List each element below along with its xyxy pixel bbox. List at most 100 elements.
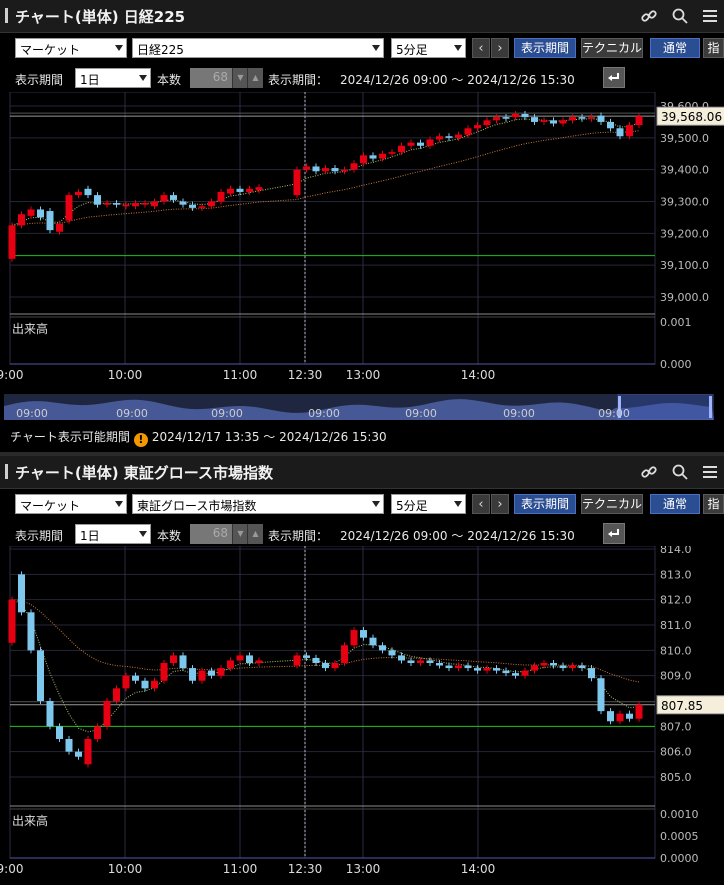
price-tick-label: 812.0 (660, 594, 692, 607)
normal-button[interactable]: 通常 (650, 38, 700, 58)
count-up-icon: ▲ (247, 524, 263, 544)
navigator-tick-label: 09:00 (116, 407, 148, 420)
next-button[interactable]: › (491, 38, 509, 58)
candle (103, 701, 111, 727)
candle (27, 209, 35, 216)
period-select-value: 1日 (80, 529, 100, 543)
volume-tick-label: 0.0005 (660, 830, 699, 843)
time-tick-label: 14:00 (461, 368, 496, 382)
candle (293, 655, 301, 666)
navigator-strip[interactable]: 09:00 09:00 09:00 09:00 09:00 09:00 09:00 (4, 393, 714, 421)
chart-panel-growth: チャート(単体) 東証グロース市場指数 マーケット 東証グロース市場指数 5分足… (0, 456, 724, 885)
display-period-button[interactable]: 表示期間 (514, 494, 576, 514)
candle (616, 713, 624, 722)
menu-icon[interactable] (701, 463, 719, 481)
count-label: 本数 (157, 529, 182, 543)
reset-button[interactable] (603, 67, 625, 88)
interval-select[interactable]: 5分足 (391, 38, 466, 58)
display-period-button[interactable]: 表示期間 (514, 38, 576, 58)
link-icon[interactable] (640, 463, 658, 481)
reset-button[interactable] (603, 523, 625, 544)
prev-button[interactable]: ‹ (472, 38, 490, 58)
candle (255, 660, 263, 663)
search-icon[interactable] (671, 7, 689, 25)
candle (322, 663, 329, 669)
candle (426, 660, 434, 663)
available-value: 2024/12/17 13:35 ～ 2024/12/26 15:30 (151, 430, 387, 444)
price-chart[interactable]: 39,600.039,500.039,400.039,300.039,200.0… (0, 92, 724, 392)
period-select[interactable]: 1日 (75, 68, 151, 88)
candle (46, 211, 54, 231)
symbol-select[interactable]: 日経225 (132, 38, 384, 58)
price-tick-label: 806.0 (660, 746, 692, 759)
candle (217, 191, 225, 202)
candle (493, 668, 500, 671)
count-up-icon: ▲ (247, 68, 263, 88)
candle (502, 117, 510, 119)
candle (493, 117, 500, 121)
time-tick-label: 11:00 (223, 368, 258, 382)
indicator-button[interactable]: 指 (703, 494, 724, 514)
link-icon[interactable] (640, 7, 658, 25)
symbol-select[interactable]: 東証グロース市場指数 (132, 494, 384, 514)
candle (75, 751, 82, 757)
candle (388, 650, 396, 656)
candle (8, 225, 16, 259)
candle (37, 209, 44, 218)
candle (217, 668, 225, 676)
candle (160, 663, 168, 681)
toolbar-row: マーケット 日経225 5分足 ‹ › 表示期間 テクニカル 通常 指 (0, 36, 724, 62)
candle (531, 117, 538, 122)
candle (379, 645, 386, 651)
period-label: 表示期間 (15, 529, 64, 543)
candle (607, 711, 614, 722)
candle (341, 645, 348, 663)
candle (483, 120, 491, 126)
candle (379, 153, 386, 159)
plot-frame (9, 92, 656, 365)
time-tick-label: 11:00 (223, 862, 258, 876)
menu-icon[interactable] (701, 7, 719, 25)
period-select-value: 1日 (80, 73, 100, 87)
period-select[interactable]: 1日 (75, 524, 151, 544)
candle (227, 188, 234, 194)
next-button[interactable]: › (491, 494, 509, 514)
market-select[interactable]: マーケット (15, 38, 127, 58)
candle (474, 125, 481, 129)
price-tick-label: 805.0 (660, 771, 692, 784)
count-label: 本数 (157, 73, 182, 87)
candle (141, 680, 149, 689)
candle (65, 195, 73, 221)
candle (189, 204, 196, 208)
price-chart[interactable]: 814.0 813.0 812.0 811.0 810.0 809.0 807.0 806.0… (0, 546, 724, 885)
candle (588, 117, 595, 119)
chevron-down-icon (372, 45, 380, 51)
volume-tick-label: 0.000 (660, 358, 692, 371)
market-select[interactable]: マーケット (15, 494, 127, 514)
technical-button[interactable]: テクニカル (581, 38, 643, 58)
candle (388, 152, 396, 154)
candle (616, 128, 624, 137)
interval-select[interactable]: 5分足 (391, 494, 466, 514)
title-marker (5, 8, 8, 23)
search-icon[interactable] (671, 463, 689, 481)
navigator-tick-label: 09:00 (503, 407, 535, 420)
panel-titlebar: チャート(単体) 東証グロース市場指数 (0, 456, 724, 489)
candle (559, 665, 567, 669)
candle (94, 195, 101, 205)
candle (521, 113, 529, 118)
normal-button[interactable]: 通常 (650, 494, 700, 514)
prev-button[interactable]: ‹ (472, 494, 490, 514)
technical-button[interactable]: テクニカル (581, 494, 643, 514)
indicator-button[interactable]: 指 (703, 38, 724, 58)
time-tick-label: 13:00 (346, 368, 381, 382)
period-row: 表示期間 1日 本数 68 ▼ ▲ 表示期間： 2024/12/26 09:00… (0, 522, 724, 546)
candle (198, 206, 206, 208)
price-tick-label: 39,200.0 (660, 227, 709, 240)
candle (103, 203, 111, 205)
candle (236, 655, 244, 661)
candle (350, 630, 358, 646)
chevron-down-icon (372, 501, 380, 507)
volume-label: 出来高 (12, 321, 48, 336)
current-price-label: 807.85 (661, 699, 703, 713)
